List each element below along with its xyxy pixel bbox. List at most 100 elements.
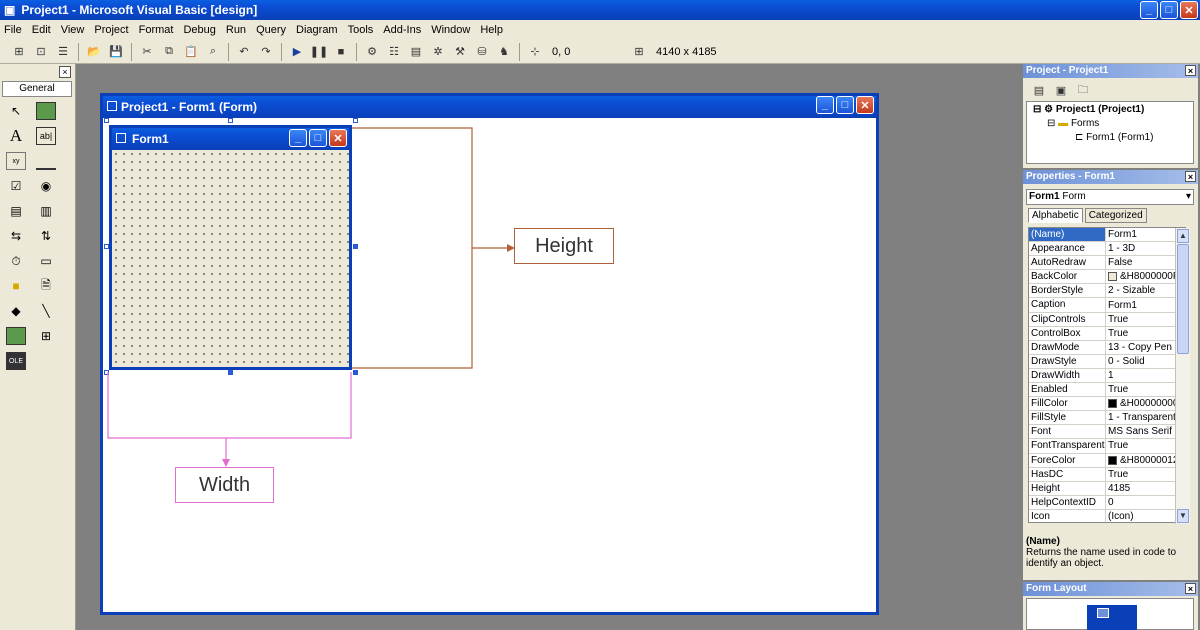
property-value[interactable]: 0 - Solid: [1106, 355, 1185, 368]
tab-alphabetic[interactable]: Alphabetic: [1028, 208, 1083, 223]
paste-icon[interactable]: 📋: [183, 44, 199, 60]
property-value[interactable]: &H80000012: [1106, 454, 1185, 467]
property-value[interactable]: Form1: [1106, 228, 1185, 241]
property-row[interactable]: ClipControls True: [1029, 312, 1185, 327]
properties-scrollbar[interactable]: ▲ ▼: [1175, 228, 1190, 524]
property-row[interactable]: Appearance 1 - 3D: [1029, 242, 1185, 257]
minimize-button[interactable]: _: [1140, 1, 1158, 19]
menu-editor-icon[interactable]: ☰: [55, 44, 71, 60]
properties-close-button[interactable]: ×: [1185, 171, 1196, 182]
data-view-icon[interactable]: ⛁: [474, 44, 490, 60]
property-row[interactable]: DrawWidth 1: [1029, 368, 1185, 384]
menu-format[interactable]: Format: [139, 24, 174, 36]
end-icon[interactable]: ■: [333, 44, 349, 60]
image-icon[interactable]: [6, 327, 26, 345]
hscrollbar-icon[interactable]: ⇆: [6, 227, 26, 245]
menu-file[interactable]: File: [4, 24, 22, 36]
toolbox-general-tab[interactable]: General: [2, 81, 72, 97]
ole-icon[interactable]: OLE: [6, 352, 26, 370]
combobox-icon[interactable]: ▤: [6, 202, 26, 220]
menu-run[interactable]: Run: [226, 24, 246, 36]
save-project-icon[interactable]: 💾: [108, 44, 124, 60]
property-row[interactable]: BackColor &H8000000F: [1029, 270, 1185, 285]
project-explorer-close-button[interactable]: ×: [1185, 65, 1196, 76]
property-value[interactable]: 1: [1106, 369, 1185, 382]
picturebox-icon[interactable]: [36, 102, 56, 120]
property-row[interactable]: Icon (Icon): [1029, 509, 1185, 522]
object-selector[interactable]: Form1 Form ▾: [1026, 189, 1194, 205]
property-value[interactable]: True: [1106, 468, 1185, 481]
menu-project[interactable]: Project: [94, 24, 128, 36]
property-row[interactable]: Font MS Sans Serif: [1029, 425, 1185, 440]
form-position-preview[interactable]: [1097, 608, 1109, 618]
designer-maximize-button[interactable]: □: [836, 96, 854, 114]
property-value[interactable]: False: [1106, 256, 1185, 269]
resize-handle-top-right[interactable]: [353, 118, 358, 123]
dirlistbox-icon[interactable]: ■: [6, 277, 26, 295]
vscrollbar-icon[interactable]: ⇅: [36, 227, 56, 245]
redo-icon[interactable]: ↷: [258, 44, 274, 60]
property-row[interactable]: ForeColor &H80000012: [1029, 453, 1185, 468]
label-icon[interactable]: A: [6, 126, 26, 145]
tree-collapse-icon[interactable]: ⊟: [1047, 118, 1055, 129]
listbox-icon[interactable]: ▥: [36, 202, 56, 220]
form1-close-button[interactable]: ✕: [329, 129, 347, 147]
menu-tools[interactable]: Tools: [348, 24, 374, 36]
scroll-up-icon[interactable]: ▲: [1177, 229, 1189, 243]
resize-handle-top[interactable]: [228, 118, 233, 123]
close-button[interactable]: ✕: [1180, 1, 1198, 19]
undo-icon[interactable]: ↶: [236, 44, 252, 60]
property-value[interactable]: True: [1106, 327, 1185, 340]
property-value[interactable]: 2 - Sizable: [1106, 284, 1185, 297]
property-value[interactable]: 13 - Copy Pen: [1106, 341, 1185, 354]
property-row[interactable]: HelpContextID 0: [1029, 495, 1185, 510]
resize-handle-bottom-right[interactable]: [353, 370, 358, 375]
textbox-icon[interactable]: ab|: [36, 127, 56, 145]
property-value[interactable]: MS Sans Serif: [1106, 425, 1185, 438]
chevron-down-icon[interactable]: ▾: [1186, 190, 1191, 204]
checkbox-icon[interactable]: ☑: [6, 177, 26, 195]
property-row[interactable]: AutoRedraw False: [1029, 256, 1185, 271]
menu-query[interactable]: Query: [256, 24, 286, 36]
menu-help[interactable]: Help: [480, 24, 503, 36]
shape-icon[interactable]: ◆: [6, 302, 26, 320]
form1-minimize-button[interactable]: _: [289, 129, 307, 147]
property-row[interactable]: Caption Form1: [1029, 298, 1185, 313]
property-row[interactable]: ControlBox True: [1029, 326, 1185, 341]
property-row[interactable]: DrawMode 13 - Copy Pen: [1029, 340, 1185, 355]
property-row[interactable]: (Name) Form1: [1029, 228, 1185, 243]
property-row[interactable]: DrawStyle 0 - Solid: [1029, 354, 1185, 369]
resize-handle-left[interactable]: [104, 244, 109, 249]
form-layout-close-button[interactable]: ×: [1185, 583, 1196, 594]
cut-icon[interactable]: ✂: [139, 44, 155, 60]
menu-window[interactable]: Window: [431, 24, 470, 36]
designer-minimize-button[interactable]: _: [816, 96, 834, 114]
break-icon[interactable]: ❚❚: [310, 44, 328, 60]
toggle-folders-icon[interactable]: 🗀: [1075, 82, 1091, 98]
property-value[interactable]: True: [1106, 439, 1185, 452]
project-explorer-icon[interactable]: ⚙: [364, 44, 380, 60]
form-layout-icon[interactable]: ▤: [408, 44, 424, 60]
open-project-icon[interactable]: 📂: [86, 44, 102, 60]
property-row[interactable]: Height 4185: [1029, 481, 1185, 496]
property-value[interactable]: 0: [1106, 496, 1185, 509]
property-row[interactable]: Enabled True: [1029, 383, 1185, 398]
resize-handle-bottom[interactable]: [228, 370, 233, 375]
copy-icon[interactable]: ⧉: [161, 44, 177, 60]
line-icon[interactable]: ╲: [36, 302, 56, 320]
property-row[interactable]: FontTransparent True: [1029, 439, 1185, 454]
property-value[interactable]: 1 - 3D: [1106, 242, 1185, 255]
scroll-down-icon[interactable]: ▼: [1177, 509, 1189, 523]
add-project-icon[interactable]: ⊞: [11, 44, 27, 60]
menu-debug[interactable]: Debug: [183, 24, 215, 36]
menu-edit[interactable]: Edit: [32, 24, 51, 36]
menu-view[interactable]: View: [61, 24, 85, 36]
properties-window-icon[interactable]: ☷: [386, 44, 402, 60]
commandbutton-icon[interactable]: [36, 152, 56, 170]
view-code-icon[interactable]: ▤: [1031, 82, 1047, 98]
start-icon[interactable]: ▶: [289, 44, 305, 60]
property-value[interactable]: True: [1106, 383, 1185, 396]
tree-item-forms[interactable]: ⊟ ▬ Forms: [1047, 118, 1099, 129]
form1-grid[interactable]: [112, 150, 349, 367]
object-browser-icon[interactable]: ✲: [430, 44, 446, 60]
